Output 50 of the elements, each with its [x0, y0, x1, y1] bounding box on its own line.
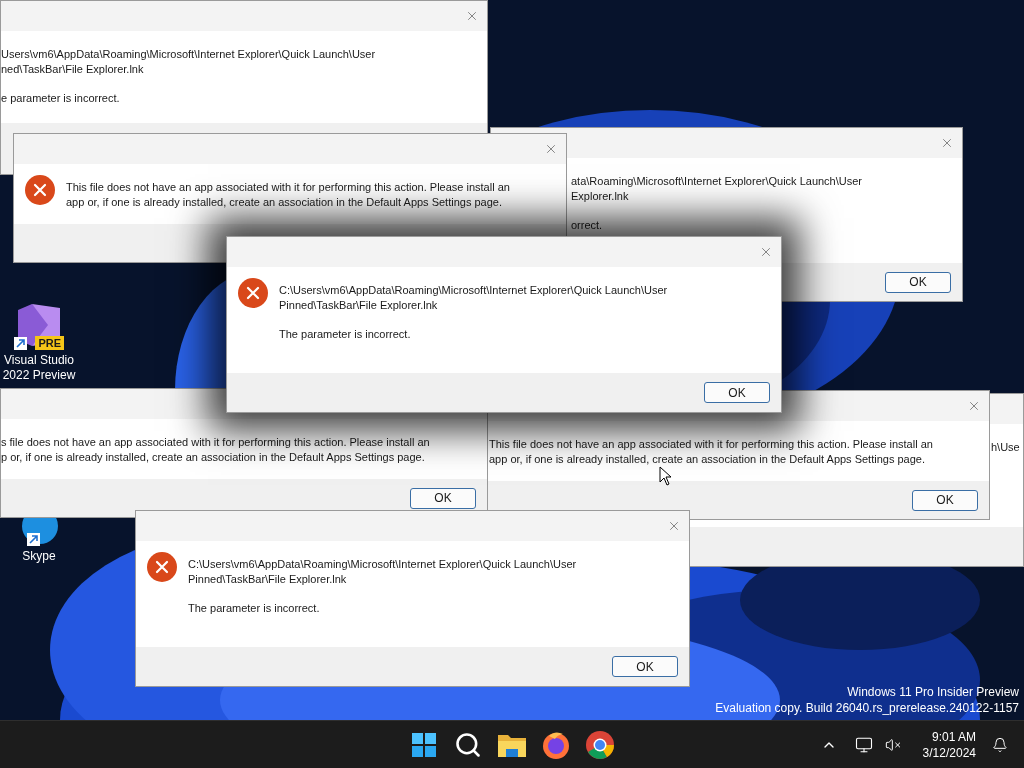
- preview-badge: PRE: [35, 336, 64, 350]
- close-icon[interactable]: [544, 142, 558, 156]
- windows-start-icon[interactable]: [410, 730, 438, 759]
- close-icon[interactable]: [940, 136, 954, 150]
- shortcut-arrow-icon: [27, 533, 40, 546]
- message-line: Pinned\TaskBar\File Explorer.lnk: [188, 572, 348, 587]
- ok-button[interactable]: OK: [410, 487, 476, 509]
- message-line: e parameter is incorrect.: [1, 91, 121, 106]
- desktop-icon-label[interactable]: Skype: [22, 549, 56, 564]
- message-line: This file does not have an app associated with it for performing this action. Please install an: [66, 180, 510, 195]
- notification-bell-icon[interactable]: [992, 736, 1008, 753]
- clock-time: 9:01 AM: [931, 728, 976, 745]
- message-line: app or, if one is already installed, create an association in the Default Apps Settings page.: [66, 195, 503, 210]
- error-icon: [25, 175, 55, 205]
- message-line: s file does not have an app associated with it for performing this action. Please install an: [1, 435, 430, 450]
- ok-button[interactable]: OK: [612, 656, 678, 677]
- ok-button[interactable]: OK: [885, 271, 951, 293]
- close-icon[interactable]: [759, 245, 773, 259]
- shortcut-arrow-icon: [14, 337, 27, 350]
- error-icon: [238, 278, 268, 308]
- ok-button[interactable]: OK: [704, 382, 770, 403]
- watermark-text: Windows 11 Pro Insider Preview: [847, 684, 1019, 700]
- error-icon: [147, 552, 177, 582]
- message-line: Users\vm6\AppData\Roaming\Microsoft\Internet Explorer\Quick Launch\User: [1, 47, 376, 62]
- message-line: C:\Users\vm6\AppData\Roaming\Microsoft\Internet Explorer\Quick Launch\User: [188, 557, 577, 572]
- message-line: Explorer.lnk: [571, 189, 630, 204]
- clock[interactable]: 9:01 AM 3/12/2024: [922, 728, 976, 761]
- close-icon[interactable]: [465, 9, 479, 23]
- close-icon[interactable]: [667, 519, 681, 533]
- ok-button[interactable]: OK: [912, 489, 978, 511]
- firefox-icon[interactable]: [541, 729, 571, 760]
- watermark-text: Evaluation copy. Build 26040.rs_prerelease.240122-1157: [715, 700, 1019, 716]
- message-line: C:\Users\vm6\AppData\Roaming\Microsoft\Internet Explorer\Quick Launch\User: [279, 283, 668, 298]
- chrome-icon[interactable]: [585, 729, 615, 760]
- message-line: orrect.: [571, 218, 604, 233]
- message-line: This file does not have an app associated with it for performing this action. Please install an: [489, 437, 933, 452]
- search-icon[interactable]: [454, 730, 482, 759]
- message-line: app or, if one is already installed, create an association in the Default Apps Settings page.: [489, 452, 926, 467]
- message-line: Pinned\TaskBar\File Explorer.lnk: [279, 298, 439, 313]
- desktop-icon-label[interactable]: Visual Studio 2022 Preview: [0, 353, 78, 383]
- message-line: The parameter is incorrect.: [279, 327, 412, 342]
- message-line: h\Use: [991, 440, 1020, 455]
- close-icon[interactable]: [967, 399, 981, 413]
- message-line: ata\Roaming\Microsoft\Internet Explorer\Quick Launch\User: [571, 174, 863, 189]
- muted-speaker-icon[interactable]: [884, 736, 901, 753]
- message-line: ned\TaskBar\File Explorer.lnk: [1, 62, 145, 77]
- clock-date: 3/12/2024: [922, 744, 976, 761]
- message-line: The parameter is incorrect.: [188, 601, 321, 616]
- message-line: p or, if one is already installed, create an association in the Default Apps Settings page.: [1, 450, 426, 465]
- network-icon[interactable]: [854, 735, 873, 754]
